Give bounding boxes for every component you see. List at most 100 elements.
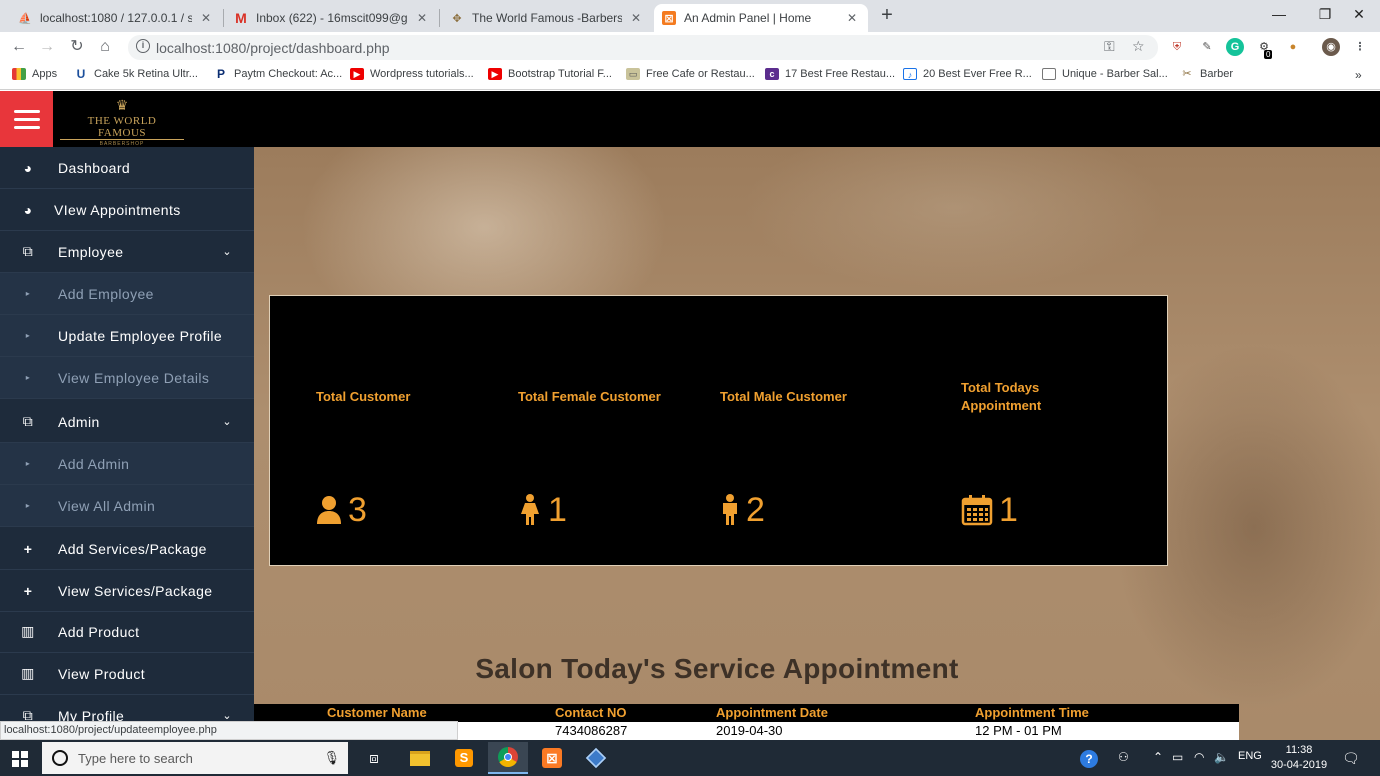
sidebar-item-label: Dashboard [58, 159, 131, 176]
sublime-text-icon[interactable]: S [444, 742, 484, 774]
battery-icon[interactable]: ▭ [1172, 750, 1183, 764]
bookmark-item[interactable]: ▭ Free Cafe or Restau... [626, 68, 755, 80]
people-icon[interactable]: ⚇ [1118, 750, 1129, 764]
chevron-down-icon: ⌄ [222, 416, 232, 428]
wifi-icon[interactable]: ◠ [1194, 750, 1204, 764]
close-tab-icon[interactable]: ✕ [844, 11, 860, 25]
stat-title: Total Male Customer [720, 389, 847, 404]
browser-tab[interactable]: M Inbox (622) - 16mscit099@gmail ✕ [226, 4, 438, 32]
stat-title: Total Female Customer [518, 389, 661, 404]
bookmark-star-icon[interactable]: ☆ [1132, 38, 1145, 55]
ublock-extension-icon[interactable]: ⛨ [1168, 38, 1186, 56]
show-hidden-icons-chevron[interactable]: ⌃ [1153, 750, 1163, 764]
bookmarks-bar: Apps U Cake 5k Retina Ultr... P Paytm Chec… [0, 62, 1380, 90]
bookmark-item[interactable]: ♪ 20 Best Ever Free R... [903, 68, 1032, 80]
bookmark-item[interactable]: U Cake 5k Retina Ultr... [74, 68, 198, 80]
reload-icon[interactable]: ↻ [68, 38, 86, 56]
logo-text: THE WORLD FAMOUS [60, 115, 184, 140]
home-icon[interactable]: ⌂ [96, 38, 114, 56]
volume-icon[interactable]: 🔈 [1214, 750, 1229, 764]
close-tab-icon[interactable]: ✕ [414, 11, 430, 25]
bookmarks-overflow-icon[interactable]: » [1355, 68, 1362, 82]
cookie-extension-icon[interactable]: ● [1284, 38, 1302, 56]
stat-total-customer: Total Customer 3 [270, 296, 470, 567]
browser-tab-active[interactable]: ⊠ An Admin Panel | Home ✕ [654, 4, 868, 32]
male-icon [723, 494, 737, 525]
address-bar[interactable]: i localhost:1080/project/dashboard.php ⚿… [128, 35, 1158, 60]
phpmyadmin-icon: ⛵ [18, 12, 32, 25]
taskbar-search-box[interactable]: Type here to search 🎙 [42, 742, 348, 774]
close-window-button[interactable]: ✕ [1336, 0, 1380, 30]
column-header: Appointment Date [716, 705, 828, 720]
new-tab-button[interactable]: + [876, 5, 898, 27]
eyedropper-extension-icon[interactable]: ✎ [1198, 38, 1216, 56]
sidebar-item-add-product[interactable]: ▥ Add Product [0, 611, 254, 653]
sidebar-item-dashboard[interactable]: ◕ Dashboard [0, 147, 254, 189]
sidebar-item-add-admin[interactable]: ▸ Add Admin [0, 443, 254, 485]
help-icon[interactable]: ? [1080, 750, 1098, 768]
profile-avatar[interactable]: ◉ [1322, 38, 1340, 56]
caret-right-icon: ▸ [25, 289, 31, 298]
sidebar-item-label: Admin [58, 413, 100, 430]
menu-toggle-button[interactable] [0, 91, 53, 147]
language-indicator[interactable]: ENG [1238, 750, 1262, 762]
user-icon [317, 496, 341, 524]
browser-tab[interactable]: ✥ The World Famous -Barbershop ✕ [442, 4, 652, 32]
search-placeholder: Type here to search [78, 750, 193, 766]
bookmark-label: Bootstrap Tutorial F... [508, 68, 612, 80]
virtualbox-icon[interactable] [576, 742, 616, 774]
tab-title: Inbox (622) - 16mscit099@gmail [256, 11, 408, 25]
taskbar-clock[interactable]: 11:38 30-04-2019 [1268, 743, 1330, 773]
task-view-icon[interactable]: ⧈ [354, 742, 394, 774]
bookmark-item[interactable]: c 17 Best Free Restau... [765, 68, 895, 80]
chrome-menu-icon[interactable]: ⋮ [1351, 38, 1369, 56]
sidebar-item-view-employee-details[interactable]: ▸ View Employee Details [0, 357, 254, 399]
close-tab-icon[interactable]: ✕ [628, 11, 644, 25]
url-text: localhost:1080/project/dashboard.php [156, 40, 390, 56]
cell-time: 12 PM - 01 PM [975, 723, 1062, 738]
sidebar-item-employee[interactable]: ⧉ Employee ⌄ [0, 231, 254, 273]
brand-logo[interactable]: ♛ THE WORLD FAMOUS BARBERSHOP [60, 95, 184, 147]
back-arrow-icon[interactable]: ← [10, 38, 28, 56]
tab-separator [439, 9, 440, 27]
bookmark-favicon-icon: ▭ [626, 68, 640, 80]
bookmark-apps[interactable]: Apps [12, 68, 57, 80]
file-explorer-icon[interactable] [400, 742, 440, 774]
sidebar-item-add-services[interactable]: + Add Services/Package [0, 528, 254, 570]
chrome-taskbar-icon[interactable] [488, 742, 528, 774]
top-navbar: ♛ THE WORLD FAMOUS BARBERSHOP [0, 91, 1380, 147]
column-header: Appointment Time [975, 705, 1089, 720]
crown-icon: ♛ [115, 97, 129, 113]
microphone-icon[interactable]: 🎙 [323, 750, 340, 766]
xampp-taskbar-icon[interactable]: ⊠ [532, 742, 572, 774]
xampp-icon: ⊠ [662, 11, 676, 25]
windows-start-icon[interactable] [12, 751, 28, 767]
browser-tab[interactable]: ⛵ localhost:1080 / 127.0.0.1 / salon ✕ [10, 4, 222, 32]
bookmark-item[interactable]: ▶ Wordpress tutorials... [350, 68, 474, 80]
key-icon[interactable]: ⚿ [1104, 38, 1115, 55]
bookmark-item[interactable]: ✂ Barber [1180, 68, 1233, 80]
forward-arrow-icon[interactable]: → [38, 38, 56, 56]
sidebar-item-update-employee-profile[interactable]: ▸ Update Employee Profile [0, 315, 254, 357]
bookmark-label: Cake 5k Retina Ultr... [94, 68, 198, 80]
caret-right-icon: ▸ [25, 459, 31, 468]
sidebar-item-admin[interactable]: ⧉ Admin ⌄ [0, 401, 254, 443]
stat-title: Total Customer [316, 389, 411, 404]
bookmark-item[interactable]: Unique - Barber Sal... [1042, 68, 1168, 80]
table-header: Customer Name Contact NO Appointment Dat… [254, 704, 1239, 722]
notifications-icon[interactable]: 🗨 [1342, 750, 1360, 767]
sidebar-item-add-employee[interactable]: ▸ Add Employee [0, 273, 254, 315]
sidebar-item-view-appointments[interactable]: ◕ VIew Appointments [0, 189, 254, 231]
bookmark-item[interactable]: P Paytm Checkout: Ac... [214, 68, 342, 80]
site-info-icon[interactable]: i [136, 39, 150, 53]
minimize-button[interactable]: — [1256, 0, 1302, 30]
page-icon [1042, 68, 1056, 80]
sidebar-item-view-all-admin[interactable]: ▸ View All Admin [0, 485, 254, 527]
stat-total-female-customer: Total Female Customer 1 [472, 296, 672, 567]
close-tab-icon[interactable]: ✕ [198, 11, 214, 25]
sidebar-item-view-product[interactable]: ▥ View Product [0, 653, 254, 695]
sidebar-item-view-services[interactable]: + View Services/Package [0, 570, 254, 612]
bookmark-item[interactable]: ▶ Bootstrap Tutorial F... [488, 68, 612, 80]
grammarly-extension-icon[interactable]: G [1226, 38, 1244, 56]
sidebar-item-label: View All Admin [58, 497, 156, 514]
